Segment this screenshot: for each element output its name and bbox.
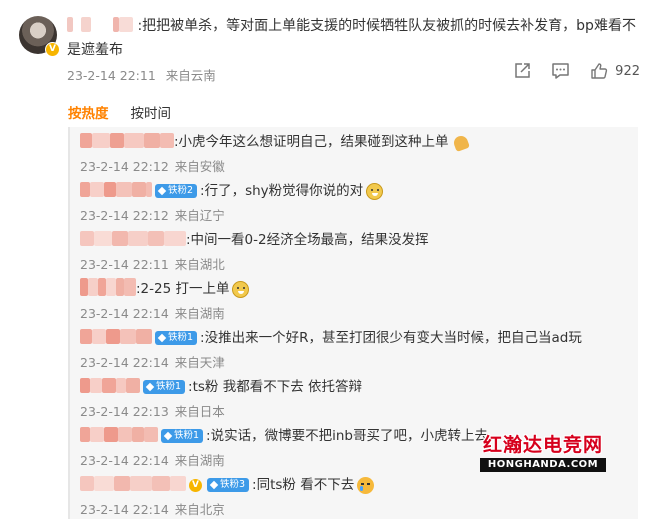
fan-badge-label: 铁粉3 [220,479,246,490]
like-button[interactable]: 922 [590,62,640,80]
reply-text: :ts粉 我都看不下去 依托答辩 [188,379,363,395]
comment-actions: 922 [513,62,640,80]
verified-icon: V [189,478,202,492]
fan-badge: 铁粉1 [155,331,198,345]
reply-location: 来自湖北 [174,257,225,272]
reply-date: 23-2-14 22:14 [80,306,169,321]
reply-text: :同ts粉 看不下去 [252,477,355,493]
list-item: 铁粉1 :没推出来一个好R，甚至打团很少有变大当时候，把自己当ad玩 23-2-… [80,327,635,371]
reply-username-blurred[interactable] [80,377,140,397]
list-item: :2-25 打一上单 23-2-14 22:14 来自湖南 [80,278,635,322]
reply-username-blurred[interactable] [80,230,186,250]
main-comment-location: 来自云南 [165,68,216,83]
reply-location: 来自日本 [174,404,225,419]
fan-badge-label: 铁粉1 [174,430,200,441]
diamond-icon [209,480,219,490]
reply-date: 23-2-14 22:12 [80,208,169,223]
watermark-en: HONGHANDA.COM [480,458,606,472]
reply-username-blurred[interactable] [80,132,174,152]
reply-text: :2-25 打一上单 [136,281,230,297]
reply-location: 来自辽宁 [174,208,225,223]
main-comment-body: :把把被单杀，等对面上单能支援的时候牺牲队友被抓的时候去补发育，bp难看不是遮羞… [67,18,636,58]
reply-username-blurred[interactable] [80,181,152,201]
fan-badge-label: 铁粉1 [156,381,182,392]
main-comment-meta: 23-2-14 22:11 来自云南 [67,65,222,84]
reply-date: 23-2-14 22:11 [80,257,169,272]
pray-emoji-icon [452,134,470,151]
thumbs-up-icon [590,62,608,80]
list-item: :小虎今年这么想证明自己，结果碰到这种上单 23-2-14 22:12 来自安徽 [80,131,635,175]
reply-location: 来自湖南 [174,306,225,321]
list-item: 铁粉2 :行了，shy粉觉得你说的对 23-2-14 22:12 来自辽宁 [80,180,635,224]
reply-date: 23-2-14 22:14 [80,355,169,370]
fan-badge: 铁粉1 [161,429,204,443]
main-comment: V :把把被单杀，等对面上单能支援的时候牺牲队友被抓的时候去补发育，bp难看不是… [0,0,660,92]
reply-location: 来自天津 [174,355,225,370]
doge-emoji-icon [232,280,250,298]
reply-username-blurred[interactable] [80,475,186,495]
main-comment-date: 23-2-14 22:11 [67,68,156,83]
diamond-icon [163,431,173,441]
reply-date: 23-2-14 22:14 [80,502,169,517]
comment-icon[interactable] [551,62,570,80]
reply-location: 来自湖南 [174,453,225,468]
tab-by-popularity[interactable]: 按热度 [68,102,109,122]
diamond-icon [157,333,167,343]
list-item: V 铁粉3 :同ts粉 看不下去 23-2-14 22:14 来自北京 [80,474,635,518]
sort-tabs: 按热度 按时间 [68,102,171,122]
fan-badge: 铁粉1 [143,380,186,394]
cry-emoji-icon [357,476,375,494]
verified-icon: V [45,42,60,57]
reply-text: :说实话，微博要不把inb哥买了吧，小虎转上去 [206,428,488,444]
fan-badge: 铁粉3 [207,478,250,492]
reply-username-blurred[interactable] [80,426,158,446]
diamond-icon [157,186,167,196]
reply-text: :小虎今年这么想证明自己，结果碰到这种上单 [174,134,449,150]
list-item: :中间一看0-2经济全场最高，结果没发挥 23-2-14 22:11 来自湖北 [80,229,635,273]
diamond-icon [145,382,155,392]
fan-badge-label: 铁粉2 [168,185,194,196]
reply-date: 23-2-14 22:13 [80,404,169,419]
list-item: 铁粉1 :ts粉 我都看不下去 依托答辩 23-2-14 22:13 来自日本 [80,376,635,420]
main-comment-text: :把把被单杀，等对面上单能支援的时候牺牲队友被抓的时候去补发育，bp难看不是遮羞… [67,14,637,62]
reply-date: 23-2-14 22:12 [80,159,169,174]
reply-username-blurred[interactable] [80,278,136,300]
reply-text: :没推出来一个好R，甚至打团很少有变大当时候，把自己当ad玩 [200,330,582,346]
username-blurred[interactable] [67,17,137,34]
fan-badge: 铁粉2 [155,184,198,198]
reply-location: 来自安徽 [174,159,225,174]
fan-badge-label: 铁粉1 [168,332,194,343]
reply-text: :中间一看0-2经济全场最高，结果没发挥 [186,232,429,248]
reply-username-blurred[interactable] [80,328,152,348]
like-count: 922 [615,63,640,79]
reply-text: :行了，shy粉觉得你说的对 [200,183,364,199]
watermark-cn: 红瀚达电竞网 [482,434,603,456]
reply-location: 来自北京 [174,502,225,517]
site-watermark: 红瀚达电竞网 HONGHANDA.COM [480,436,606,472]
tab-by-time[interactable]: 按时间 [131,102,172,122]
share-icon[interactable] [513,62,531,80]
doge-emoji-icon [366,182,384,200]
reply-date: 23-2-14 22:14 [80,453,169,468]
